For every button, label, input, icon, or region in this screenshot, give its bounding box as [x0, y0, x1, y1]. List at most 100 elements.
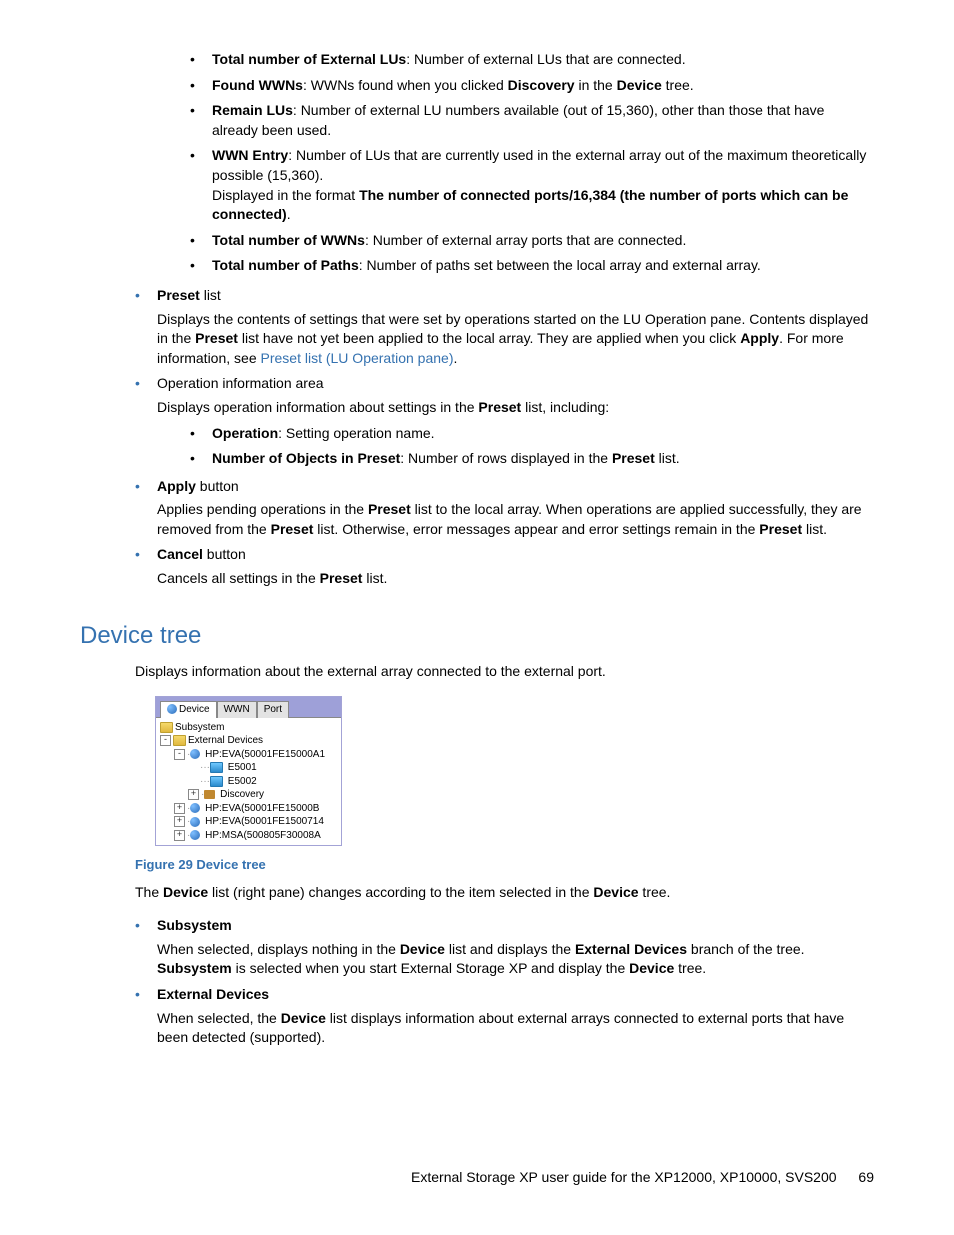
item-description: Applies pending operations in the Preset… [157, 500, 874, 539]
globe-icon [190, 830, 200, 840]
expand-icon[interactable]: + [174, 803, 185, 814]
preset-list-item: Preset list Displays the contents of set… [135, 286, 874, 368]
text: Applies pending operations in the [157, 501, 368, 517]
tree-node-subsystem[interactable]: Subsystem [160, 721, 339, 735]
item-title-rest: button [196, 478, 239, 494]
item-label: Total number of Paths [212, 257, 359, 273]
list-item: WWN Entry: Number of LUs that are curren… [190, 146, 874, 224]
figure-29: Device WWN Port Subsystem -External Devi… [155, 696, 874, 847]
opinfo-item: Operation information area Displays oper… [135, 374, 874, 417]
binoculars-icon [204, 790, 215, 799]
item-label: Total number of External LUs [212, 51, 406, 67]
tab-wwn[interactable]: WWN [217, 701, 257, 718]
bold-term: Preset [759, 521, 802, 537]
item-description: Cancels all settings in the Preset list. [157, 569, 874, 589]
bold-term: Device [629, 960, 674, 976]
tree-label: HP:EVA(50001FE1500714 [205, 816, 324, 827]
top-bullet-list: Total number of External LUs : Number of … [80, 50, 874, 276]
tree-node-discovery[interactable]: +· Discovery [160, 788, 339, 802]
item-label: Operation [212, 425, 278, 441]
tab-label: Device [179, 704, 210, 715]
bold-term: Device [593, 884, 638, 900]
text: list, including: [521, 399, 609, 415]
page-number: 69 [858, 1169, 874, 1185]
text: tree. [674, 960, 706, 976]
cancel-item: Cancel button Cancels all settings in th… [135, 545, 874, 588]
bold-term: Subsystem [157, 960, 232, 976]
tree-label: Subsystem [175, 722, 224, 733]
bold-term: Preset [320, 570, 363, 586]
item-desc-part: : WWNs found when you clicked [303, 77, 508, 93]
tree-node-lu[interactable]: ··· E5001 [160, 761, 339, 775]
external-devices-item: External Devices When selected, the Devi… [135, 985, 874, 1048]
item-label: Found WWNs [212, 77, 303, 93]
expand-icon[interactable]: + [174, 816, 185, 827]
list-item: Total number of WWNs: Number of external… [190, 231, 874, 251]
footer-text: External Storage XP user guide for the X… [411, 1169, 836, 1185]
bold-term: Device [281, 1010, 326, 1026]
tree-node-device[interactable]: +· HP:MSA(500805F30008A [160, 829, 339, 843]
text: Displays operation information about set… [157, 399, 478, 415]
tree-node-device[interactable]: -· HP:EVA(50001FE15000A1 [160, 748, 339, 762]
list-item: Found WWNs: WWNs found when you clicked … [190, 76, 874, 96]
item-description: Displays operation information about set… [157, 398, 874, 418]
item-title: External Devices [157, 986, 269, 1002]
bold-term: Device [400, 941, 445, 957]
bold-term: Device [617, 77, 662, 93]
tree-body: Subsystem -External Devices -· HP:EVA(50… [156, 717, 341, 846]
item-desc-part: in the [575, 77, 617, 93]
collapse-icon[interactable]: - [174, 749, 185, 760]
tree-label: Discovery [220, 789, 264, 800]
text: list. [362, 570, 387, 586]
item-title-rest: list [200, 287, 221, 303]
collapse-icon[interactable]: - [160, 735, 171, 746]
globe-icon [190, 749, 200, 759]
globe-icon [190, 803, 200, 813]
tab-port[interactable]: Port [257, 701, 289, 718]
device-tree-item-list: Subsystem When selected, displays nothin… [80, 916, 874, 1048]
tab-device[interactable]: Device [160, 701, 217, 718]
item-title-bold: Apply [157, 478, 196, 494]
bold-term: Preset [368, 501, 411, 517]
globe-icon [167, 704, 177, 714]
tree-node-device[interactable]: +· HP:EVA(50001FE15000B [160, 802, 339, 816]
item-label: Remain LUs [212, 102, 293, 118]
text: When selected, the [157, 1010, 281, 1026]
text: Cancels all settings in the [157, 570, 320, 586]
tree-label: HP:MSA(500805F30008A [205, 830, 321, 841]
folder-icon [173, 735, 186, 746]
intro-text: Displays information about the external … [135, 662, 874, 682]
item-description: When selected, displays nothing in the D… [157, 940, 874, 979]
text: list. [802, 521, 827, 537]
item-label: WWN Entry [212, 147, 288, 163]
tree-node-device[interactable]: +· HP:EVA(50001FE1500714 [160, 815, 339, 829]
text: tree. [639, 884, 671, 900]
item-title-bold: Cancel [157, 546, 203, 562]
item-desc: : Number of external array ports that ar… [365, 232, 686, 248]
item-label: Number of Objects in Preset [212, 450, 400, 466]
expand-icon[interactable]: + [188, 789, 199, 800]
item-description: When selected, the Device list displays … [157, 1009, 874, 1048]
item-desc: : Number of paths set between the local … [359, 257, 761, 273]
expand-icon[interactable]: + [174, 830, 185, 841]
bold-term: External Devices [575, 941, 687, 957]
item-title-rest: button [203, 546, 246, 562]
tree-label: HP:EVA(50001FE15000B [205, 803, 319, 814]
list-item: Remain LUs: Number of external LU number… [190, 101, 874, 140]
outer-bullet-list-2: Apply button Applies pending operations … [80, 477, 874, 589]
tree-label: E5001 [228, 762, 257, 773]
text: : Number of rows displayed in the [400, 450, 612, 466]
tree-label: HP:EVA(50001FE15000A1 [205, 749, 325, 760]
text: list and displays the [445, 941, 575, 957]
text: list. Otherwise, error messages appear a… [313, 521, 759, 537]
bold-term: Apply [740, 330, 779, 346]
extra-prefix: Displayed in the format [212, 187, 359, 203]
text: list have not yet been applied to the lo… [238, 330, 740, 346]
tab-label: WWN [224, 704, 250, 715]
tree-node-lu[interactable]: ··· E5002 [160, 775, 339, 789]
page-footer: External Storage XP user guide for the X… [80, 1168, 874, 1188]
preset-list-link[interactable]: Preset list (LU Operation pane) [261, 350, 454, 366]
apply-item: Apply button Applies pending operations … [135, 477, 874, 540]
item-extra: Displayed in the format The number of co… [212, 186, 874, 225]
tree-node-external-devices[interactable]: -External Devices [160, 734, 339, 748]
